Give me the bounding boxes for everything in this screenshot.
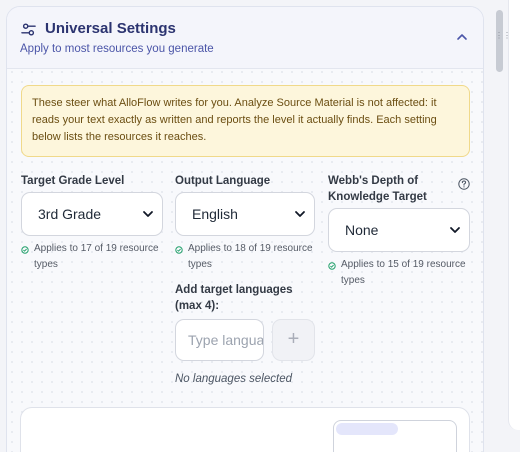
- add-language-button[interactable]: +: [272, 319, 315, 361]
- chevron-down-icon: [143, 211, 153, 217]
- output-language-group: Output Language: [175, 173, 270, 189]
- dok-applies-text: Applies to 15 of 19 resource types: [341, 259, 466, 286]
- dok-value: None: [345, 222, 379, 238]
- dok-select[interactable]: None: [328, 208, 470, 252]
- check-circle-icon: [21, 246, 29, 254]
- language-applies-text: Applies to 18 of 19 resource types: [188, 243, 313, 270]
- output-language-label: Output Language: [175, 175, 271, 187]
- settings-header[interactable]: Universal Settings Apply to most resourc…: [7, 7, 483, 69]
- question-circle-icon[interactable]: [458, 178, 470, 190]
- sliders-icon: [21, 23, 36, 36]
- add-languages-label: Add target languages (max 4):: [175, 284, 293, 312]
- chevron-down-icon: [450, 227, 460, 233]
- dok-label: Webb's Depth of Knowledge Target: [328, 175, 427, 203]
- universal-settings-panel: Universal Settings Apply to most resourc…: [6, 6, 484, 452]
- language-applies-note: Applies to 18 of 19 resource types: [175, 241, 320, 273]
- grade-level-group: Target Grade Level: [21, 173, 124, 189]
- grade-level-select[interactable]: 3rd Grade: [21, 192, 163, 236]
- check-circle-icon: [175, 246, 183, 254]
- no-languages-text: No languages selected: [175, 373, 292, 385]
- chevron-up-icon[interactable]: [455, 30, 469, 44]
- dok-group: Webb's Depth of Knowledge Target: [328, 173, 448, 205]
- output-language-select[interactable]: English: [175, 192, 315, 236]
- next-settings-card: [20, 407, 470, 452]
- grade-level-label: Target Grade Level: [21, 175, 125, 187]
- grade-level-value: 3rd Grade: [38, 206, 102, 222]
- drag-handle-icon[interactable]: ⋮⋮: [495, 32, 511, 43]
- panel-title: Universal Settings: [45, 20, 176, 37]
- panel-subtitle: Apply to most resources you generate: [20, 43, 214, 55]
- adjacent-panel-edge: [508, 0, 520, 430]
- target-language-input[interactable]: [175, 319, 264, 361]
- card-toggle-pill: [336, 423, 398, 435]
- chevron-down-icon: [295, 211, 305, 217]
- card-toggle[interactable]: [333, 420, 457, 452]
- grade-applies-note: Applies to 17 of 19 resource types: [21, 241, 166, 273]
- dok-applies-note: Applies to 15 of 19 resource types: [328, 257, 470, 289]
- info-note: These steer what AlloFlow writes for you…: [21, 85, 470, 157]
- grade-applies-text: Applies to 17 of 19 resource types: [34, 243, 159, 270]
- output-language-value: English: [192, 206, 238, 222]
- check-circle-icon: [328, 262, 336, 270]
